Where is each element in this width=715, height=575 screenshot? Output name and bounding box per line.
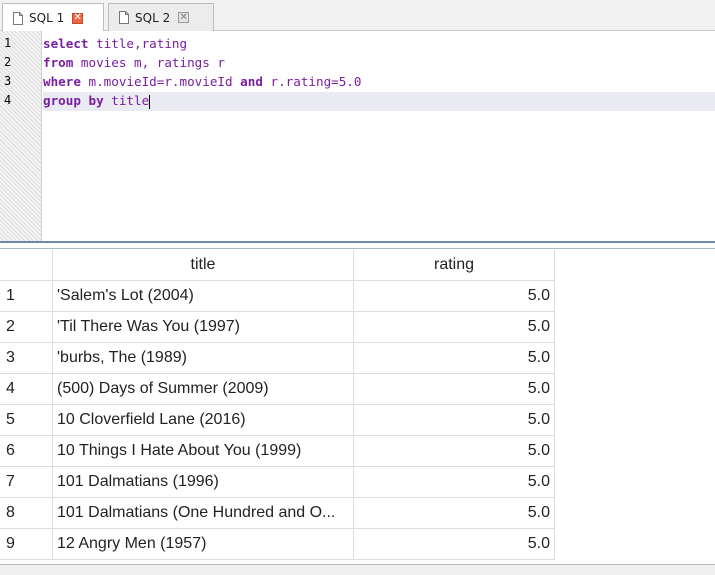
tab-sql-2[interactable]: SQL 2 ✕: [108, 3, 214, 31]
text-caret: [149, 94, 151, 109]
line-number: 3: [4, 74, 12, 88]
table-row[interactable]: 9 12 Angry Men (1957) 5.0: [0, 529, 555, 560]
pane-splitter[interactable]: [0, 241, 715, 249]
rating-cell[interactable]: 5.0: [354, 467, 555, 498]
code-text: m.movieId=r.movieId: [80, 74, 241, 89]
sql-tab-bar: SQL 1 ✕ SQL 2 ✕: [0, 0, 715, 32]
close-icon[interactable]: ✕: [72, 12, 84, 24]
table-row[interactable]: 5 10 Cloverfield Lane (2016) 5.0: [0, 405, 555, 436]
table-row[interactable]: 6 10 Things I Hate About You (1999) 5.0: [0, 436, 555, 467]
sql-keyword: group: [43, 93, 81, 108]
table-row[interactable]: 7 101 Dalmatians (1996) 5.0: [0, 467, 555, 498]
row-number-header: [0, 250, 53, 281]
horizontal-scrollbar[interactable]: [0, 564, 715, 575]
sql-keyword: and: [240, 74, 263, 89]
row-number: 9: [0, 529, 53, 560]
row-number: 4: [0, 374, 53, 405]
document-icon: [13, 11, 23, 25]
code-line[interactable]: group by title: [43, 91, 151, 110]
rating-cell[interactable]: 5.0: [354, 312, 555, 343]
results-grid: title rating 1 'Salem's Lot (2004) 5.0 2…: [0, 250, 715, 564]
sql-keyword: from: [43, 55, 74, 70]
document-icon: [119, 11, 129, 24]
title-cell[interactable]: (500) Days of Summer (2009): [53, 374, 354, 405]
table-row[interactable]: 2 'Til There Was You (1997) 5.0: [0, 312, 555, 343]
rating-cell[interactable]: 5.0: [354, 281, 555, 312]
close-icon[interactable]: ✕: [178, 12, 190, 23]
title-cell[interactable]: 12 Angry Men (1957): [53, 529, 354, 560]
table-row[interactable]: 1 'Salem's Lot (2004) 5.0: [0, 281, 555, 312]
sql-keyword: where: [43, 74, 81, 89]
table-row[interactable]: 3 'burbs, The (1989) 5.0: [0, 343, 555, 374]
rating-cell[interactable]: 5.0: [354, 405, 555, 436]
column-header-title[interactable]: title: [53, 250, 354, 281]
title-cell[interactable]: 10 Cloverfield Lane (2016): [53, 405, 354, 436]
row-number: 3: [0, 343, 53, 374]
rating-cell[interactable]: 5.0: [354, 343, 555, 374]
tab-label: SQL 1: [29, 11, 65, 25]
line-number-gutter: 1 2 3 4: [0, 31, 42, 242]
line-number: 1: [4, 36, 12, 50]
row-number: 6: [0, 436, 53, 467]
title-cell[interactable]: 'Salem's Lot (2004): [53, 281, 354, 312]
table-row[interactable]: 4 (500) Days of Summer (2009) 5.0: [0, 374, 555, 405]
line-number: 4: [4, 93, 12, 107]
rating-cell[interactable]: 5.0: [354, 529, 555, 560]
rating-cell[interactable]: 5.0: [354, 436, 555, 467]
title-cell[interactable]: 'burbs, The (1989): [53, 343, 354, 374]
title-cell[interactable]: 'Til There Was You (1997): [53, 312, 354, 343]
code-text: title,rating: [88, 36, 188, 51]
table-row[interactable]: 8 101 Dalmatians (One Hundred and O... 5…: [0, 498, 555, 529]
title-cell[interactable]: 101 Dalmatians (1996): [53, 467, 354, 498]
sql-keyword: select: [43, 36, 89, 51]
sql-editor[interactable]: 1 2 3 4 select title,rating from movies …: [0, 31, 715, 242]
row-number: 2: [0, 312, 53, 343]
line-number: 2: [4, 55, 12, 69]
code-line[interactable]: select title,rating: [43, 34, 187, 53]
rating-cell[interactable]: 5.0: [354, 374, 555, 405]
code-line[interactable]: from movies m, ratings r: [43, 53, 225, 72]
sql-keyword: by: [88, 93, 104, 108]
row-number: 5: [0, 405, 53, 436]
row-number: 1: [0, 281, 53, 312]
tab-label: SQL 2: [135, 10, 171, 25]
code-text: movies m, ratings r: [73, 55, 225, 70]
column-header-rating[interactable]: rating: [354, 250, 555, 281]
title-cell[interactable]: 101 Dalmatians (One Hundred and O...: [53, 498, 354, 529]
row-number: 7: [0, 467, 53, 498]
tab-sql-1[interactable]: SQL 1 ✕: [2, 3, 104, 32]
row-number: 8: [0, 498, 53, 529]
code-text: title: [103, 93, 150, 108]
rating-cell[interactable]: 5.0: [354, 498, 555, 529]
title-cell[interactable]: 10 Things I Hate About You (1999): [53, 436, 354, 467]
code-line[interactable]: where m.movieId=r.movieId and r.rating=5…: [43, 72, 361, 91]
code-text: r.rating=5.0: [262, 74, 362, 89]
